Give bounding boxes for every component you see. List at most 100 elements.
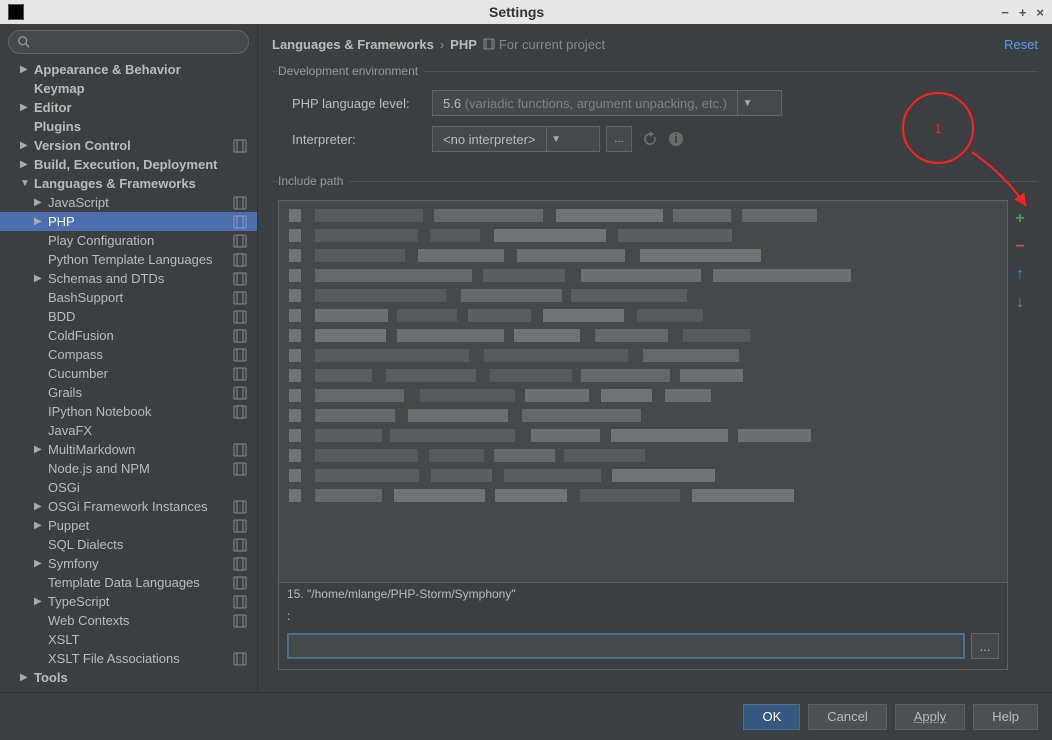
project-scope-icon (233, 538, 247, 552)
tree-item-compass[interactable]: Compass (0, 345, 257, 364)
tree-item-osgi-framework-instances[interactable]: OSGi Framework Instances (0, 497, 257, 516)
tree-item-cucumber[interactable]: Cucumber (0, 364, 257, 383)
tree-item-appearance-behavior[interactable]: Appearance & Behavior (0, 60, 257, 79)
tree-item-bashsupport[interactable]: BashSupport (0, 288, 257, 307)
project-scope-icon (233, 652, 247, 666)
tree-arrow-icon (34, 520, 44, 531)
interpreter-browse-button[interactable]: ... (606, 126, 632, 152)
tree-arrow-icon (34, 197, 44, 208)
tree-item-plugins[interactable]: Plugins (0, 117, 257, 136)
settings-search[interactable] (8, 30, 249, 54)
tree-item-php[interactable]: PHP (0, 212, 257, 231)
tree-arrow-icon (20, 64, 30, 75)
tree-item-label: Schemas and DTDs (48, 271, 164, 286)
tree-item-grails[interactable]: Grails (0, 383, 257, 402)
tree-item-web-contexts[interactable]: Web Contexts (0, 611, 257, 630)
tree-item-label: Puppet (48, 518, 89, 533)
move-up-button[interactable]: ↑ (1011, 266, 1029, 284)
tree-item-label: Web Contexts (48, 613, 129, 628)
add-button[interactable]: + (1011, 210, 1029, 228)
tree-item-label: Compass (48, 347, 103, 362)
tree-item-label: Appearance & Behavior (34, 62, 181, 77)
include-path-colon-row[interactable]: : (279, 605, 1007, 627)
app-icon (8, 4, 24, 20)
tree-arrow-icon (20, 102, 30, 113)
tree-item-sql-dialects[interactable]: SQL Dialects (0, 535, 257, 554)
settings-tree[interactable]: Appearance & Behavior Keymap Editor Plugins… (0, 60, 257, 692)
include-path-list[interactable]: 15. "/home/mlange/PHP-Storm/Symphony" : … (278, 200, 1008, 670)
tree-item-label: Template Data Languages (48, 575, 200, 590)
remove-button[interactable]: − (1011, 238, 1029, 256)
project-scope-icon (233, 367, 247, 381)
apply-button[interactable]: Apply (895, 704, 966, 730)
tree-item-tools[interactable]: Tools (0, 668, 257, 687)
tree-arrow-icon (20, 159, 30, 170)
tree-item-coldfusion[interactable]: ColdFusion (0, 326, 257, 345)
tree-item-ipython-notebook[interactable]: IPython Notebook (0, 402, 257, 421)
lang-level-select[interactable]: 5.6 (variadic functions, argument unpack… (432, 90, 782, 116)
project-scope-icon (233, 519, 247, 533)
tree-item-label: MultiMarkdown (48, 442, 135, 457)
maximize-button[interactable]: + (1019, 5, 1027, 20)
project-scope-icon (233, 348, 247, 362)
tree-item-keymap[interactable]: Keymap (0, 79, 257, 98)
tree-item-multimarkdown[interactable]: MultiMarkdown (0, 440, 257, 459)
tree-arrow-icon (34, 596, 44, 607)
tree-item-symfony[interactable]: Symfony (0, 554, 257, 573)
tree-item-label: Symfony (48, 556, 99, 571)
tree-item-python-template-languages[interactable]: Python Template Languages (0, 250, 257, 269)
tree-item-languages-frameworks[interactable]: Languages & Frameworks (0, 174, 257, 193)
tree-item-label: Play Configuration (48, 233, 154, 248)
project-scope-icon (233, 139, 247, 153)
tree-item-label: Plugins (34, 119, 81, 134)
tree-item-play-configuration[interactable]: Play Configuration (0, 231, 257, 250)
project-scope-icon (233, 196, 247, 210)
tree-item-javafx[interactable]: JavaFX (0, 421, 257, 440)
tree-item-label: SQL Dialects (48, 537, 123, 552)
minimize-button[interactable]: − (1001, 5, 1009, 20)
info-icon[interactable]: i (668, 131, 684, 147)
project-scope-icon (233, 557, 247, 571)
cancel-button[interactable]: Cancel (808, 704, 886, 730)
tree-item-template-data-languages[interactable]: Template Data Languages (0, 573, 257, 592)
tree-item-label: Keymap (34, 81, 85, 96)
titlebar: Settings − + × (0, 0, 1052, 24)
tree-item-osgi[interactable]: OSGi (0, 478, 257, 497)
include-path-input[interactable] (287, 633, 965, 659)
project-scope-icon (233, 253, 247, 267)
tree-item-typescript[interactable]: TypeScript (0, 592, 257, 611)
tree-item-version-control[interactable]: Version Control (0, 136, 257, 155)
ok-button[interactable]: OK (743, 704, 800, 730)
interpreter-select[interactable]: <no interpreter> ▼ (432, 126, 600, 152)
lang-level-label: PHP language level: (292, 96, 432, 111)
project-scope-icon (233, 234, 247, 248)
tree-item-puppet[interactable]: Puppet (0, 516, 257, 535)
tree-item-xslt-file-associations[interactable]: XSLT File Associations (0, 649, 257, 668)
tree-item-schemas-and-dtds[interactable]: Schemas and DTDs (0, 269, 257, 288)
tree-item-node-js-and-npm[interactable]: Node.js and NPM (0, 459, 257, 478)
help-button[interactable]: Help (973, 704, 1038, 730)
search-input[interactable] (37, 35, 240, 50)
tree-item-editor[interactable]: Editor (0, 98, 257, 117)
move-down-button[interactable]: ↓ (1011, 294, 1029, 312)
dialog-footer: OK Cancel Apply Help (0, 692, 1052, 740)
refresh-icon[interactable] (642, 131, 658, 147)
include-path-browse-button[interactable]: ... (971, 633, 999, 659)
project-scope-icon (233, 272, 247, 286)
chevron-down-icon: ▼ (737, 90, 757, 116)
project-scope-icon (233, 215, 247, 229)
tree-arrow-icon (34, 444, 44, 455)
close-button[interactable]: × (1036, 5, 1044, 20)
project-scope-icon (233, 614, 247, 628)
tree-item-label: ColdFusion (48, 328, 114, 343)
tree-item-bdd[interactable]: BDD (0, 307, 257, 326)
project-scope-icon (233, 310, 247, 324)
tree-item-label: IPython Notebook (48, 404, 151, 419)
reset-link[interactable]: Reset (1004, 37, 1038, 52)
settings-main-panel: Languages & Frameworks › PHP For current… (258, 24, 1052, 692)
tree-item-xslt[interactable]: XSLT (0, 630, 257, 649)
tree-item-label: PHP (48, 214, 75, 229)
tree-item-javascript[interactable]: JavaScript (0, 193, 257, 212)
include-path-row-15[interactable]: 15. "/home/mlange/PHP-Storm/Symphony" (279, 583, 1007, 605)
tree-item-build-execution-deployment[interactable]: Build, Execution, Deployment (0, 155, 257, 174)
